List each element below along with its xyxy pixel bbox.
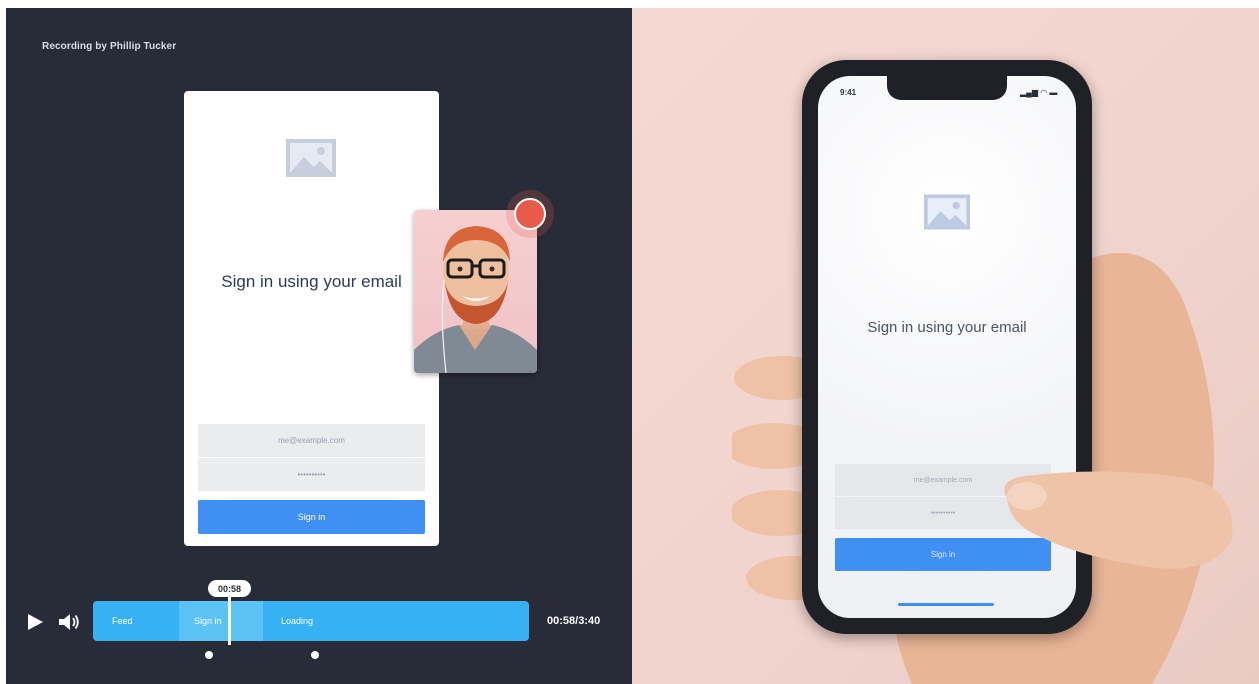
signin-card-preview: Sign in using your email me@example.com … bbox=[184, 91, 439, 546]
image-placeholder-icon bbox=[924, 194, 970, 230]
playhead[interactable] bbox=[228, 596, 231, 645]
timeline-segment-feed[interactable]: Feed bbox=[93, 601, 179, 641]
video-panel: 9:41 ▂▄▆ ◠ ▬ Sign in using your email me… bbox=[632, 8, 1259, 684]
volume-icon[interactable] bbox=[58, 612, 80, 632]
record-indicator-icon[interactable] bbox=[514, 198, 546, 230]
recording-title: Recording by Phillip Tucker bbox=[42, 41, 177, 52]
password-field[interactable]: •••••••••• bbox=[198, 458, 425, 491]
thumb-illustration bbox=[1004, 471, 1233, 569]
status-time: 9:41 bbox=[840, 88, 857, 97]
play-icon[interactable] bbox=[26, 613, 44, 631]
phone-signin-heading: Sign in using your email bbox=[867, 319, 1027, 336]
home-indicator bbox=[898, 603, 994, 606]
recording-viewer: Recording by Phillip Tucker Sign in usin… bbox=[0, 0, 1259, 684]
timeline-marker[interactable] bbox=[205, 651, 213, 659]
phone-notch bbox=[887, 76, 1007, 100]
recording-panel: Recording by Phillip Tucker Sign in usin… bbox=[6, 8, 632, 684]
timeline-segment-sign-in[interactable]: Sign in bbox=[179, 601, 263, 641]
time-display: 00:58/3:40 bbox=[547, 615, 601, 627]
image-placeholder-icon bbox=[286, 139, 336, 177]
email-field[interactable]: me@example.com bbox=[198, 424, 425, 457]
current-time-bubble: 00:58 bbox=[208, 580, 251, 597]
timeline-track[interactable]: Feed Sign in Loading bbox=[93, 601, 529, 641]
timeline-marker[interactable] bbox=[311, 651, 319, 659]
signin-heading: Sign in using your email bbox=[221, 272, 402, 291]
sign-in-button[interactable]: Sign in bbox=[198, 500, 425, 534]
status-signal-wifi-battery-icon: ▂▄▆ ◠ ▬ bbox=[1020, 88, 1058, 97]
timeline-segment-loading[interactable]: Loading bbox=[263, 601, 529, 641]
